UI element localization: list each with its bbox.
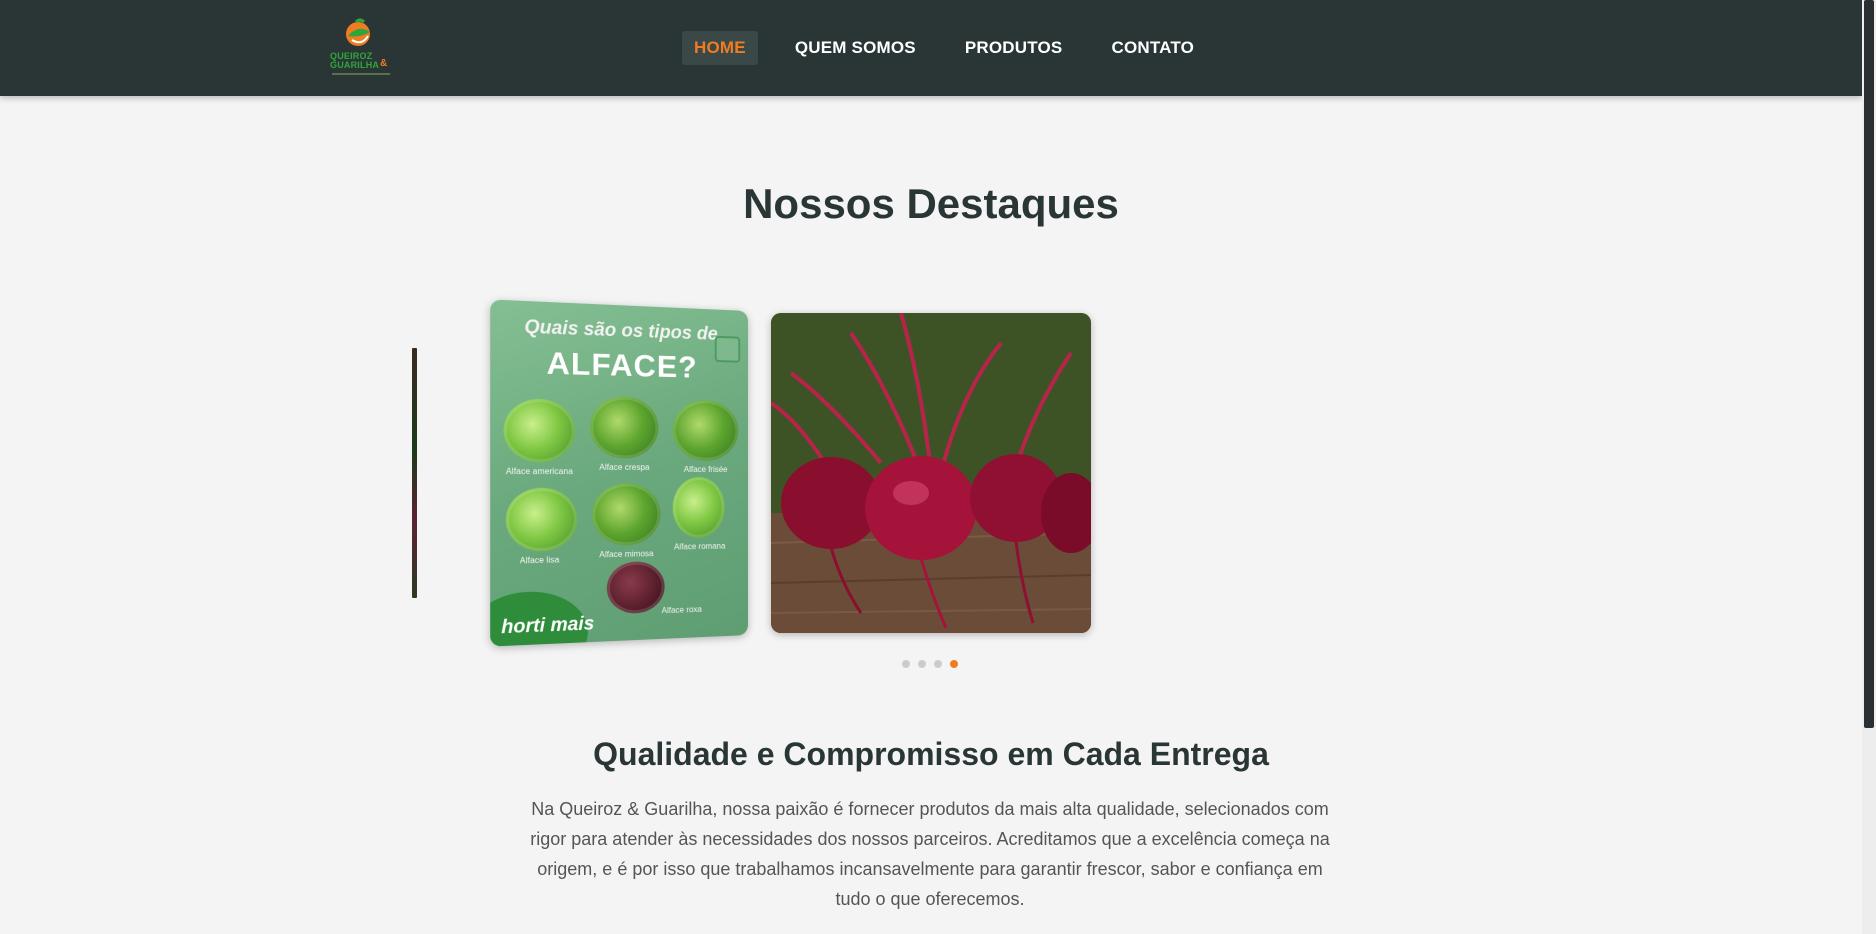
corner-logo-icon [714,335,741,363]
lettuce-image [672,477,725,539]
lettuce-image [672,399,739,461]
page-scrollbar[interactable] [1862,0,1876,934]
lettuce-image [505,487,578,552]
horti-mais-logo: horti mais [501,612,595,638]
variety-label: Alface lisa [519,555,560,566]
highlights-carousel: Quais são os tipos de ALFACE? Alface ame… [0,0,1862,700]
variety-label: Alface romana [673,541,726,552]
variety-label: Alface frisée [683,464,728,475]
lettuce-image [503,398,576,463]
quality-description: Na Queiroz & Guarilha, nossa paixão é fo… [530,799,1330,909]
carousel-pagination [902,660,958,668]
carousel-dot-active[interactable] [950,660,958,668]
page: QUEIROZ GUARILHA & HOME QUEM SOMOS PRODU… [0,0,1876,934]
scrollbar-thumb[interactable] [1864,0,1874,728]
carousel-dot[interactable] [934,660,942,668]
carousel-dot[interactable] [902,660,910,668]
beet-photo [771,313,1091,633]
lettuce-image [590,395,659,459]
slide-question: Quais são os tipos de [524,315,718,344]
variety-label: Alface crespa [599,462,650,472]
carousel-slide-beet[interactable] [771,313,1091,633]
carousel-slide-alface[interactable]: Quais são os tipos de ALFACE? Alface ame… [490,299,748,647]
slide-heading: ALFACE? [546,346,698,385]
variety-label: Alface roxa [661,604,702,616]
variety-label: Alface americana [505,466,573,477]
lettuce-image [592,483,661,547]
quality-title: Qualidade e Compromisso em Cada Entrega [593,736,1269,772]
carousel-slide-offscreen[interactable] [412,348,417,598]
carousel-dot[interactable] [918,660,926,668]
